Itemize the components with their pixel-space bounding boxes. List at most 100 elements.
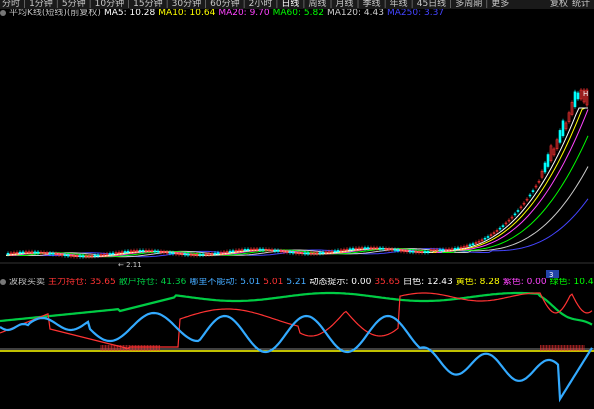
candle (408, 250, 412, 253)
candle (33, 251, 37, 254)
candle (366, 247, 370, 249)
tab-5[interactable]: 30分钟 (170, 0, 203, 9)
candle (471, 243, 475, 245)
tab-13[interactable]: 45日线 (415, 0, 448, 9)
indicator-value: 哪里不能动: 5.01 (189, 278, 261, 287)
candle (288, 251, 292, 254)
tab-2[interactable]: 5分钟 (60, 0, 88, 9)
settings-icon[interactable] (0, 9, 6, 16)
candle (456, 247, 460, 250)
candle (543, 162, 547, 173)
tab-7[interactable]: 2小时 (247, 0, 275, 9)
tab-12[interactable]: 年线 (388, 0, 410, 9)
right-tools: 复权 统计 (548, 0, 592, 9)
indicator-value: 紫色: 0.00 (502, 278, 547, 287)
candle (6, 253, 10, 255)
ma-value: MA120: 4.43 (326, 9, 384, 18)
indicator-legend-bar: 波段买卖 主力持仓: 35.65 散户持仓: 41.36 哪里不能动: 5.01 5.0… (0, 278, 594, 287)
tab-9[interactable]: 周线 (306, 0, 328, 9)
candle (48, 252, 52, 255)
candle (138, 250, 142, 252)
candle (273, 249, 277, 252)
candle (36, 251, 40, 254)
candle (63, 254, 67, 256)
indicator-value: 绿色: 10.49 (549, 278, 594, 287)
indicator-value: 白色: 12.43 (403, 278, 453, 287)
candle (528, 194, 532, 197)
candle (153, 250, 157, 253)
indicator-value: 主力持仓: 35.65 (48, 278, 116, 287)
candle (486, 236, 490, 238)
candle (21, 251, 25, 254)
candle (156, 250, 160, 253)
tab-0[interactable]: 分时 (0, 0, 22, 9)
candle (483, 237, 487, 240)
ma-value: MA10: 10.64 (158, 9, 216, 18)
candle (258, 248, 262, 251)
candle (198, 253, 202, 256)
right-price-label: 3 (549, 271, 553, 278)
candle (558, 130, 562, 143)
candle (396, 249, 400, 252)
candle (183, 253, 187, 256)
candle (213, 252, 217, 255)
candle (18, 251, 22, 254)
indicator-value: 35.65 (374, 278, 401, 287)
indicator-value: 黄色: 8.28 (455, 278, 500, 287)
candle (333, 250, 337, 253)
ma-legend-bar: 平均K线(短线)(前复权) MA5: 10.28 MA10: 10.64 MA20: … (0, 9, 594, 18)
toolbar-left-button[interactable]: 复权 (548, 0, 570, 9)
indicator-chart[interactable] (0, 289, 594, 409)
candle (66, 254, 70, 257)
tab-6[interactable]: 60分钟 (208, 0, 241, 9)
indicator-value: 散户持仓: 41.36 (118, 278, 187, 287)
tab-4[interactable]: 15分钟 (131, 0, 164, 9)
candle (321, 251, 325, 254)
candle (378, 247, 382, 250)
candle (516, 210, 520, 212)
period-toolbar: 分时 | 1分钟 | 5分钟 | 10分钟 | 15分钟 | 30分钟 | 60分钟 | 2小时 | 日线 | 周线… (0, 0, 594, 9)
toolbar-right-button[interactable]: 统计 (570, 0, 592, 9)
candle (96, 254, 100, 257)
candle (318, 252, 322, 254)
tab-14[interactable]: 多周期 (453, 0, 484, 9)
price-chart[interactable]: ← 2.11 3 H (0, 20, 594, 278)
candle (123, 251, 127, 253)
candle (498, 227, 502, 230)
candle (576, 92, 580, 100)
ma-value: MA5: 10.28 (103, 9, 156, 18)
candle (441, 249, 445, 251)
low-price-label: ← 2.11 (118, 261, 142, 269)
candle (513, 213, 517, 216)
candle (423, 251, 427, 253)
tab-11[interactable]: 季线 (361, 0, 383, 9)
candle (201, 253, 205, 256)
candle (426, 251, 430, 253)
candle (216, 252, 220, 255)
candle (261, 248, 265, 251)
candle (531, 190, 535, 192)
candle (276, 250, 280, 252)
tab-15[interactable]: 更多 (489, 0, 511, 9)
candle (141, 250, 145, 252)
tab-1[interactable]: 1分钟 (27, 0, 55, 9)
candle (411, 250, 415, 253)
candle (246, 248, 250, 251)
tab-10[interactable]: 月线 (334, 0, 356, 9)
candle (243, 249, 247, 251)
candle (228, 250, 232, 253)
candle (291, 251, 295, 254)
indicator-value: 动态提示: 0.00 (309, 278, 372, 287)
candle (348, 248, 352, 251)
candle (468, 244, 472, 247)
ma-line (5, 107, 588, 258)
candle (168, 252, 172, 254)
candle (111, 252, 115, 255)
candle (561, 120, 565, 137)
tab-3[interactable]: 10分钟 (93, 0, 126, 9)
candle (438, 249, 442, 251)
settings-icon[interactable] (0, 278, 6, 285)
candle (171, 252, 175, 255)
tab-8[interactable]: 日线 (279, 0, 301, 9)
ma-value: MA60: 5.82 (272, 9, 324, 18)
